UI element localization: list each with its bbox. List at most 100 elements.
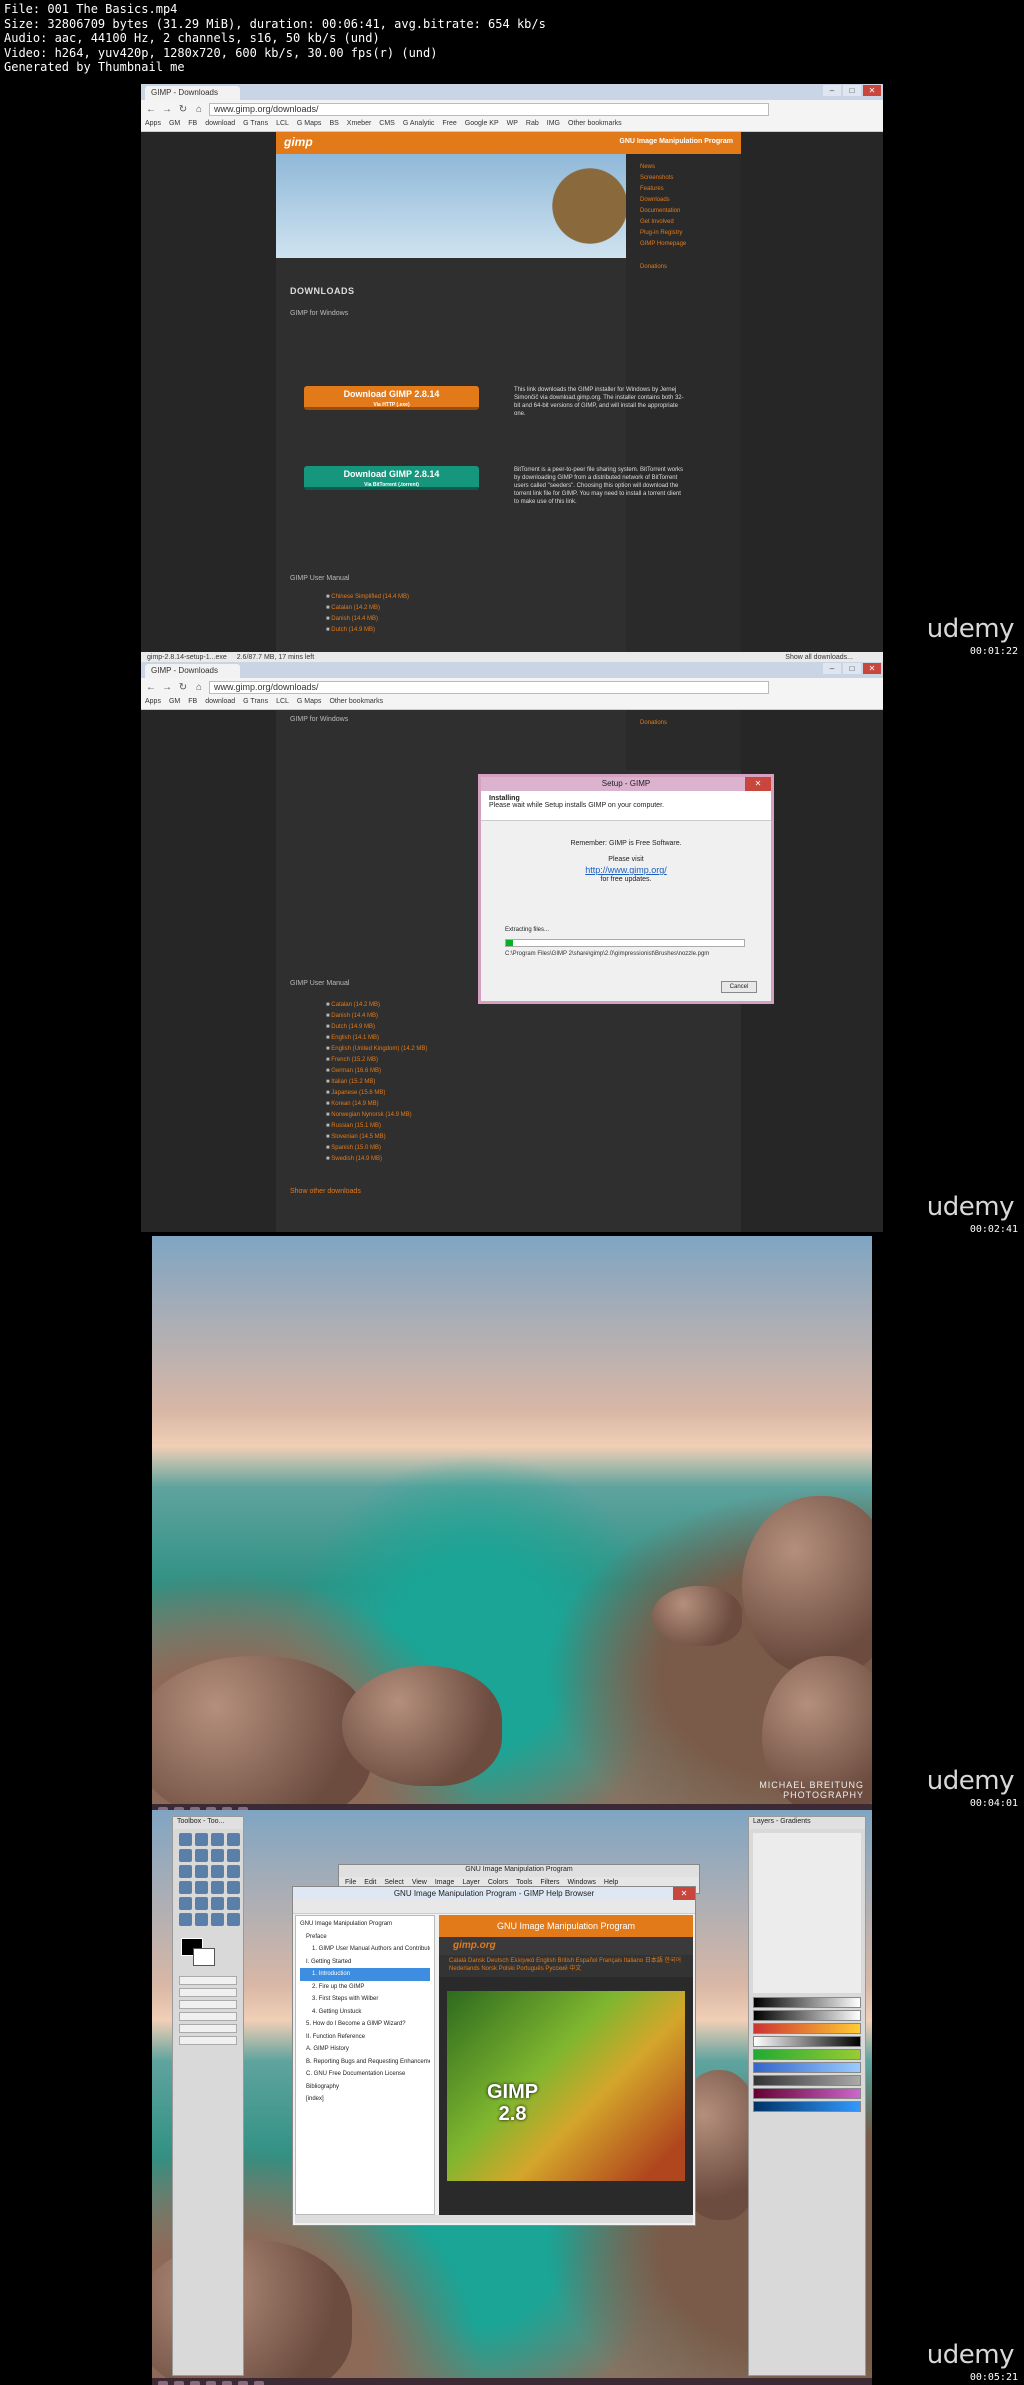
download-torrent-button[interactable]: Download GIMP 2.8.14 Via BitTorrent (.to…	[304, 466, 479, 490]
tree-item[interactable]: GNU Image Manipulation Program	[300, 1918, 430, 1931]
bookmark[interactable]: G Trans	[243, 120, 268, 129]
tool-icon[interactable]	[195, 1833, 208, 1846]
language-link[interactable]: Dutch (14.9 MB)	[326, 1022, 427, 1033]
taskbar-app-icon[interactable]	[190, 2381, 200, 2385]
nav-plugin-registry[interactable]: Plug-in Registry	[640, 228, 727, 239]
tool-icon[interactable]	[211, 1833, 224, 1846]
bookmark[interactable]: Xmeber	[347, 120, 372, 129]
bookmark[interactable]: BS	[329, 120, 338, 129]
menu-tools[interactable]: Tools	[516, 1879, 532, 1886]
other-bookmarks[interactable]: Other bookmarks	[568, 120, 622, 129]
fg-bg-color-icon[interactable]	[181, 1938, 221, 1968]
tree-item[interactable]: 4. Getting Unstuck	[300, 2006, 430, 2019]
address-bar[interactable]: www.gimp.org/downloads/	[209, 102, 769, 116]
nav-features[interactable]: Features	[640, 184, 727, 195]
tool-option-field[interactable]	[179, 2036, 237, 2045]
tool-option-field[interactable]	[179, 2012, 237, 2021]
help-languages[interactable]: Català Dansk Deutsch Ελληνικά English Br…	[439, 1955, 693, 1977]
tool-icon[interactable]	[227, 1897, 240, 1910]
bookmark[interactable]: GM	[169, 698, 180, 707]
download-http-button[interactable]: Download GIMP 2.8.14 Via HTTP (.exe)	[304, 386, 479, 410]
taskbar-app-icon[interactable]	[206, 2381, 216, 2385]
tool-icon[interactable]	[179, 1833, 192, 1846]
help-logo[interactable]: gimp.org	[439, 1937, 693, 1955]
show-other-downloads-link[interactable]: Show other downloads	[290, 1188, 361, 1195]
tree-item[interactable]: II. Function Reference	[300, 2031, 430, 2044]
bookmark[interactable]: Rab	[526, 120, 539, 129]
nav-screenshots[interactable]: Screenshots	[640, 173, 727, 184]
tool-icon[interactable]	[195, 1865, 208, 1878]
tool-icon[interactable]	[179, 1881, 192, 1894]
bookmark[interactable]: Google KP	[465, 120, 499, 129]
reload-icon[interactable]: ↻	[177, 104, 189, 115]
tool-icon[interactable]	[211, 1849, 224, 1862]
gradient-swatch[interactable]	[753, 2023, 861, 2034]
bookmark[interactable]: Apps	[145, 120, 161, 129]
tree-item-selected[interactable]: 1. Introduction	[300, 1968, 430, 1981]
start-icon[interactable]	[158, 2381, 168, 2385]
bookmark[interactable]: WP	[507, 120, 518, 129]
menu-view[interactable]: View	[412, 1879, 427, 1886]
setup-close-button[interactable]: ✕	[745, 777, 771, 791]
tool-icon[interactable]	[227, 1833, 240, 1846]
bookmark[interactable]: Other bookmarks	[329, 698, 383, 707]
show-all-downloads-link[interactable]: Show all downloads...	[785, 654, 853, 661]
nav-gimp-homepage[interactable]: GIMP Homepage	[640, 239, 727, 250]
tree-item[interactable]: A. GIMP History	[300, 2043, 430, 2056]
tool-icon[interactable]	[179, 1913, 192, 1926]
bookmark[interactable]: G Analytic	[403, 120, 435, 129]
language-link[interactable]: German (16.6 MB)	[326, 1066, 427, 1077]
bookmark[interactable]: download	[205, 120, 235, 129]
tool-icon[interactable]	[227, 1865, 240, 1878]
nav-news[interactable]: News	[640, 162, 727, 173]
tool-icon[interactable]	[227, 1849, 240, 1862]
menu-windows[interactable]: Windows	[567, 1879, 595, 1886]
help-close-button[interactable]: ✕	[673, 1887, 695, 1900]
tool-icon[interactable]	[195, 1881, 208, 1894]
bookmark[interactable]: GM	[169, 120, 180, 129]
nav-downloads[interactable]: Downloads	[640, 195, 727, 206]
gradient-swatch[interactable]	[753, 2088, 861, 2099]
language-link[interactable]: Catalan (14.2 MB)	[326, 1000, 427, 1011]
tool-icon[interactable]	[195, 1897, 208, 1910]
language-link[interactable]: Danish (14.4 MB)	[326, 1011, 427, 1022]
tool-icon[interactable]	[195, 1913, 208, 1926]
tool-option-field[interactable]	[179, 2000, 237, 2009]
taskbar-app-icon[interactable]	[238, 2381, 248, 2385]
tool-icon[interactable]	[211, 1913, 224, 1926]
menu-file[interactable]: File	[345, 1879, 356, 1886]
menu-help[interactable]: Help	[604, 1879, 618, 1886]
gradient-swatch[interactable]	[753, 2062, 861, 2073]
language-link[interactable]: Slovenian (14.5 MB)	[326, 1132, 427, 1143]
minimize-button[interactable]: –	[823, 85, 841, 96]
tree-item[interactable]: 3. First Steps with Wilber	[300, 1993, 430, 2006]
taskbar-app-icon[interactable]	[222, 2381, 232, 2385]
bookmark[interactable]: G Maps	[297, 698, 322, 707]
menu-image[interactable]: Image	[435, 1879, 454, 1886]
tool-option-field[interactable]	[179, 1976, 237, 1985]
layers-list[interactable]	[753, 1833, 861, 1993]
maximize-button[interactable]: □	[843, 663, 861, 674]
bookmark[interactable]: Free	[442, 120, 456, 129]
tree-item[interactable]: I. Getting Started	[300, 1956, 430, 1969]
menu-select[interactable]: Select	[384, 1879, 403, 1886]
background-color-swatch[interactable]	[193, 1948, 215, 1966]
tree-item[interactable]: [index]	[300, 2093, 430, 2106]
language-link[interactable]: Catalan (14.2 MB)	[326, 603, 409, 614]
language-link[interactable]: Russian (15.1 MB)	[326, 1121, 427, 1132]
menu-filters[interactable]: Filters	[540, 1879, 559, 1886]
bookmark[interactable]: LCL	[276, 120, 289, 129]
tree-item[interactable]: Bibliography	[300, 2081, 430, 2094]
tool-icon[interactable]	[179, 1897, 192, 1910]
forward-icon[interactable]: →	[161, 104, 173, 115]
tool-icon[interactable]	[227, 1881, 240, 1894]
gradient-swatch[interactable]	[753, 2049, 861, 2060]
tool-icon[interactable]	[211, 1881, 224, 1894]
bookmark[interactable]: G Trans	[243, 698, 268, 707]
bookmark[interactable]: download	[205, 698, 235, 707]
cancel-button[interactable]: Cancel	[721, 981, 757, 993]
language-link[interactable]: Swedish (14.9 MB)	[326, 1154, 427, 1165]
close-button[interactable]: ✕	[863, 663, 881, 674]
tool-option-field[interactable]	[179, 2024, 237, 2033]
menu-layer[interactable]: Layer	[462, 1879, 480, 1886]
